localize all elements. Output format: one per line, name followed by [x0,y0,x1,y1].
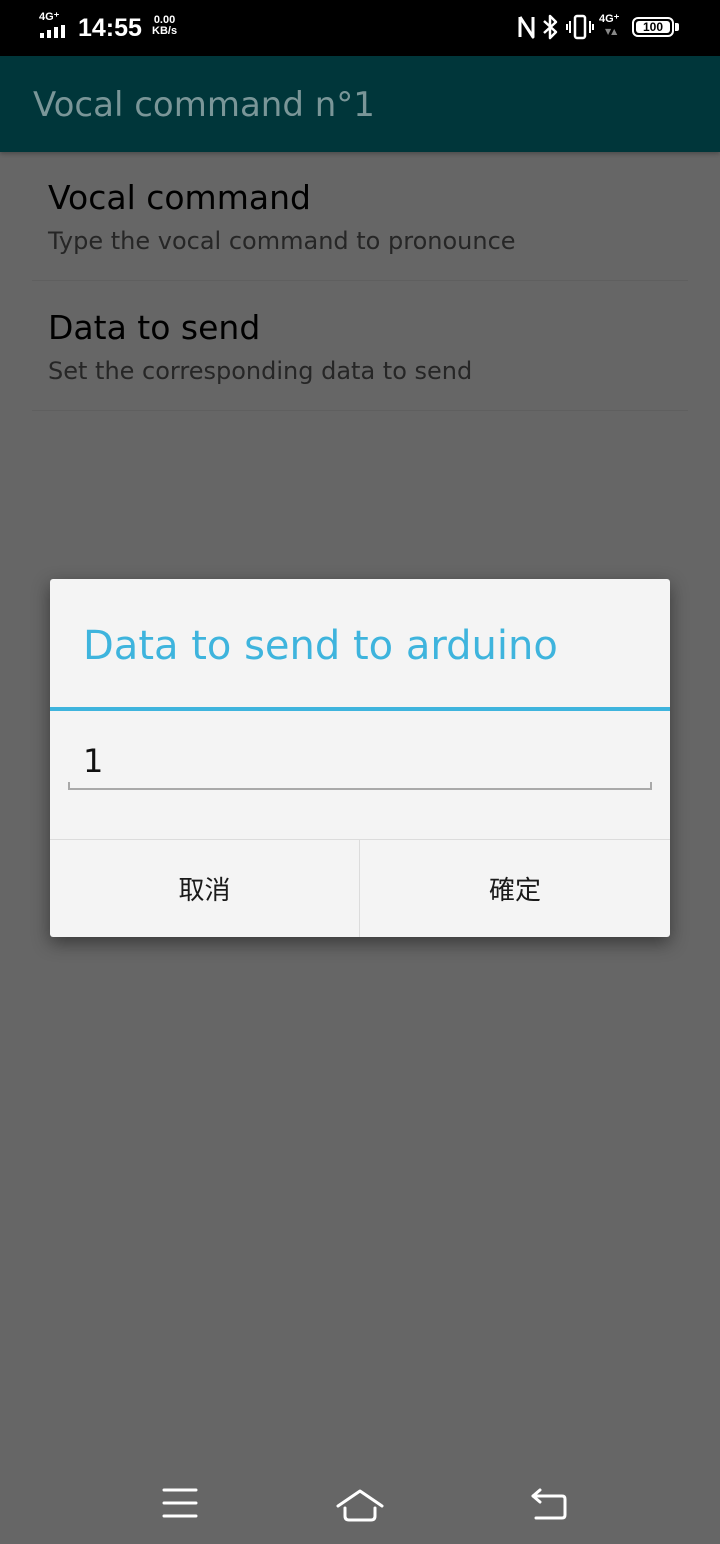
nfc-icon [518,16,535,39]
mobile-data-icon: 4G⁺ ▼▲ [599,13,620,36]
preference-vocal-command[interactable]: Vocal command Type the vocal command to … [32,152,688,281]
preference-data-to-send[interactable]: Data to send Set the corresponding data … [32,282,688,411]
cancel-button[interactable]: 取消 [50,840,360,937]
network-type-label-2: 4G⁺ [599,13,620,25]
input-underline [68,782,652,790]
ok-button[interactable]: 確定 [360,840,670,937]
cellular-signal-icon: 4G⁺ [39,12,69,40]
preference-summary: Set the corresponding data to send [48,357,473,385]
network-type-label: 4G⁺ [39,11,60,23]
menu-icon [162,1488,198,1518]
back-button[interactable] [520,1478,580,1528]
status-bar: 4G⁺ 14:55 0.00 KB/s 4G⁺ ▼▲ 100 [0,0,720,56]
dialog-title-divider [50,707,670,711]
home-icon [336,1489,384,1522]
status-time: 14:55 [78,14,142,42]
battery-level: 100 [642,20,664,34]
battery-tip [675,23,679,31]
app-bar: Vocal command n°1 [0,56,720,152]
dialog-title: Data to send to arduino [83,623,558,669]
battery-icon: 100 [632,17,674,37]
back-icon [531,1488,567,1520]
data-input-container [68,737,652,791]
preference-title: Data to send [48,308,261,347]
edit-text-dialog: Data to send to arduino 取消 確定 [50,579,670,937]
home-button[interactable] [330,1478,390,1528]
bluetooth-icon [543,14,558,40]
data-input[interactable] [68,737,652,785]
network-speed: 0.00 KB/s [152,15,177,37]
dialog-button-bar: 取消 確定 [50,839,670,937]
page-title: Vocal command n°1 [33,85,375,125]
preference-title: Vocal command [48,178,311,217]
menu-button[interactable] [150,1478,210,1528]
navigation-bar [0,1460,720,1544]
network-speed-unit: KB/s [152,25,178,37]
preference-summary: Type the vocal command to pronounce [48,227,516,255]
vibrate-icon [566,14,594,40]
